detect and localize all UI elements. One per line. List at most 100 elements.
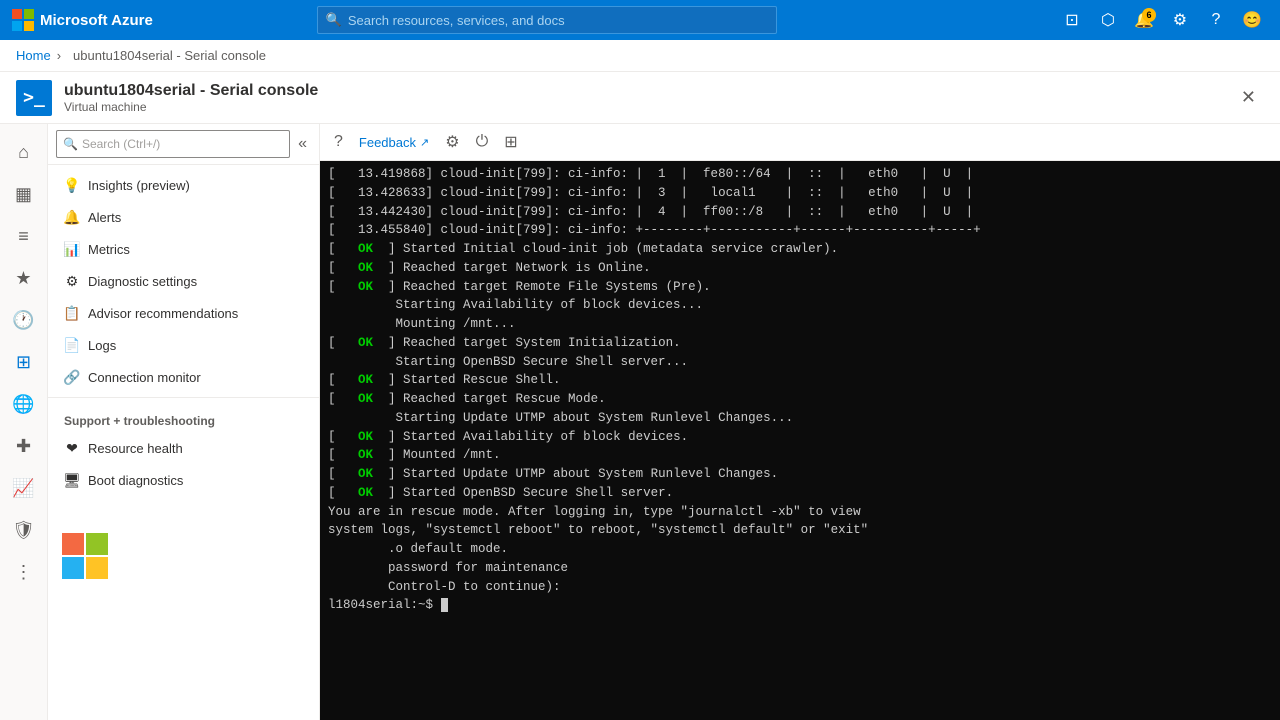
console-line-14: [ OK ] Started Availability of block dev… bbox=[328, 430, 688, 444]
terminal-icon: >_ bbox=[23, 87, 45, 108]
breadcrumb-current: ubuntu1804serial - Serial console bbox=[73, 48, 266, 63]
rail-dashboard[interactable]: ▦ bbox=[4, 174, 44, 214]
console-line-3: [ 13.455840] cloud-init[799]: ci-info: +… bbox=[328, 223, 981, 237]
page-title-block: ubuntu1804serial - Serial console Virtua… bbox=[64, 82, 318, 114]
grid-toolbar-button[interactable]: ⊞ bbox=[498, 128, 523, 156]
notification-badge: 6 bbox=[1142, 8, 1156, 22]
rail-recent[interactable]: 🕐 bbox=[4, 300, 44, 340]
breadcrumb: Home › ubuntu1804serial - Serial console bbox=[0, 40, 1280, 72]
account-button[interactable]: 😊 bbox=[1236, 4, 1268, 36]
brand-name: Microsoft Azure bbox=[40, 12, 153, 29]
diagnostic-icon: ⚙ bbox=[64, 273, 80, 289]
console-line-17: [ OK ] Started OpenBSD Secure Shell serv… bbox=[328, 486, 673, 500]
nav-insights[interactable]: 💡 Insights (preview) bbox=[48, 169, 319, 201]
console-toolbar: ? Feedback ↗ ⚙ ⏻ ⊞ bbox=[320, 124, 1280, 161]
page-title: ubuntu1804serial - Serial console bbox=[64, 82, 318, 100]
console-line-20: .o default mode. bbox=[328, 542, 508, 556]
azure-brand: Microsoft Azure bbox=[12, 9, 172, 31]
account-icon: 😊 bbox=[1242, 10, 1262, 30]
rail-home[interactable]: ⌂ bbox=[4, 132, 44, 172]
sidebar-search-input[interactable] bbox=[82, 137, 283, 151]
breadcrumb-separator: › bbox=[57, 48, 61, 63]
search-icon: 🔍 bbox=[326, 12, 342, 28]
icon-rail: ⌂ ▦ ≡ ★ 🕐 ⊞ 🌐 ✚ 📈 🛡 ⋮ bbox=[0, 124, 48, 720]
page-subtitle: Virtual machine bbox=[64, 100, 318, 114]
nav-advisor-label: Advisor recommendations bbox=[88, 306, 238, 321]
sidebar-search-icon: 🔍 bbox=[63, 137, 78, 151]
nav-advisor[interactable]: 📋 Advisor recommendations bbox=[48, 297, 319, 329]
console-line-6: [ OK ] Reached target Remote File System… bbox=[328, 280, 711, 294]
alerts-icon: 🔔 bbox=[64, 209, 80, 225]
console-line-18: You are in rescue mode. After logging in… bbox=[328, 505, 861, 519]
nav-connection-monitor-label: Connection monitor bbox=[88, 370, 201, 385]
page-header: >_ ubuntu1804serial - Serial console Vir… bbox=[0, 72, 1280, 124]
collapse-panel-button[interactable]: « bbox=[294, 131, 311, 157]
console-line-12: [ OK ] Reached target Rescue Mode. bbox=[328, 392, 606, 406]
console-line-21: password for maintenance bbox=[328, 561, 568, 575]
feedback-link[interactable]: Feedback ↗ bbox=[353, 131, 435, 154]
rail-all-services[interactable]: ≡ bbox=[4, 216, 44, 256]
help-toolbar-icon: ? bbox=[334, 133, 343, 150]
help-icon: ? bbox=[1212, 11, 1221, 29]
nav-logs[interactable]: 📄 Logs bbox=[48, 329, 319, 361]
nav-metrics[interactable]: 📊 Metrics bbox=[48, 233, 319, 265]
directory-button[interactable]: ⬡ bbox=[1092, 4, 1124, 36]
nav-divider bbox=[48, 397, 319, 398]
nav-diagnostic[interactable]: ⚙ Diagnostic settings bbox=[48, 265, 319, 297]
rail-monitor[interactable]: 📈 bbox=[4, 468, 44, 508]
console-line-0: [ 13.419868] cloud-init[799]: ci-info: |… bbox=[328, 167, 973, 181]
nav-alerts-label: Alerts bbox=[88, 210, 121, 225]
breadcrumb-home[interactable]: Home bbox=[16, 48, 51, 63]
rail-security[interactable]: 🛡 bbox=[4, 510, 44, 550]
help-button[interactable]: ? bbox=[1200, 4, 1232, 36]
console-line-1: [ 13.428633] cloud-init[799]: ci-info: |… bbox=[328, 186, 973, 200]
rail-resource-groups[interactable]: ⊞ bbox=[4, 342, 44, 382]
global-search-input[interactable] bbox=[348, 13, 768, 28]
external-link-icon: ↗ bbox=[420, 136, 429, 149]
directory-icon: ⬡ bbox=[1101, 10, 1115, 30]
console-line-16: [ OK ] Started Update UTMP about System … bbox=[328, 467, 778, 481]
settings-toolbar-button[interactable]: ⚙ bbox=[439, 128, 465, 156]
nav-connection-monitor[interactable]: 🔗 Connection monitor bbox=[48, 361, 319, 393]
nav-metrics-label: Metrics bbox=[88, 242, 130, 257]
cloud-shell-icon: ⊡ bbox=[1065, 10, 1078, 30]
settings-button[interactable]: ⚙ bbox=[1164, 4, 1196, 36]
grid-icon: ⊞ bbox=[504, 134, 517, 151]
left-panel-toolbar: 🔍 « bbox=[48, 124, 319, 165]
sidebar-search[interactable]: 🔍 bbox=[56, 130, 290, 158]
console-line-8: Mounting /mnt... bbox=[328, 317, 516, 331]
topbar-actions: ⊡ ⬡ 🔔 6 ⚙ ? 😊 bbox=[1056, 4, 1268, 36]
console-line-11: [ OK ] Started Rescue Shell. bbox=[328, 373, 561, 387]
settings-toolbar-icon: ⚙ bbox=[445, 134, 459, 151]
console-line-10: Starting OpenBSD Secure Shell server... bbox=[328, 355, 688, 369]
notifications-button[interactable]: 🔔 6 bbox=[1128, 4, 1160, 36]
nav-logs-label: Logs bbox=[88, 338, 116, 353]
global-search-bar[interactable]: 🔍 bbox=[317, 6, 777, 34]
close-button[interactable]: ✕ bbox=[1233, 83, 1264, 112]
cloud-shell-button[interactable]: ⊡ bbox=[1056, 4, 1088, 36]
console-line-13: Starting Update UTMP about System Runlev… bbox=[328, 411, 793, 425]
rail-more[interactable]: ⋮ bbox=[4, 552, 44, 592]
console-line-2: [ 13.442430] cloud-init[799]: ci-info: |… bbox=[328, 205, 973, 219]
azure-logo-icon bbox=[12, 9, 34, 31]
help-toolbar-button[interactable]: ? bbox=[328, 129, 349, 155]
rail-favorites[interactable]: ★ bbox=[4, 258, 44, 298]
console-line-9: [ OK ] Reached target System Initializat… bbox=[328, 336, 681, 350]
power-icon: ⏻ bbox=[476, 133, 489, 150]
rail-network[interactable]: 🌐 bbox=[4, 384, 44, 424]
power-toolbar-button[interactable]: ⏻ bbox=[470, 129, 495, 155]
feedback-label: Feedback bbox=[359, 135, 416, 150]
console-line-19: system logs, "systemctl reboot" to reboo… bbox=[328, 523, 868, 537]
rail-create[interactable]: ✚ bbox=[4, 426, 44, 466]
console-prompt: l1804serial:~$ bbox=[328, 598, 448, 612]
console-output[interactable]: [ 13.419868] cloud-init[799]: ci-info: |… bbox=[320, 161, 1280, 720]
nav-alerts[interactable]: 🔔 Alerts bbox=[48, 201, 319, 233]
console-line-5: [ OK ] Reached target Network is Online. bbox=[328, 261, 651, 275]
advisor-icon: 📋 bbox=[64, 305, 80, 321]
console-area: ? Feedback ↗ ⚙ ⏻ ⊞ [ 13.419868] cloud-in… bbox=[320, 124, 1280, 720]
metrics-icon: 📊 bbox=[64, 241, 80, 257]
topbar: Microsoft Azure 🔍 ⊡ ⬡ 🔔 6 ⚙ ? 😊 bbox=[0, 0, 1280, 40]
console-line-22: Control-D to continue): bbox=[328, 580, 561, 594]
insights-icon: 💡 bbox=[64, 177, 80, 193]
console-line-4: [ OK ] Started Initial cloud-init job (m… bbox=[328, 242, 838, 256]
